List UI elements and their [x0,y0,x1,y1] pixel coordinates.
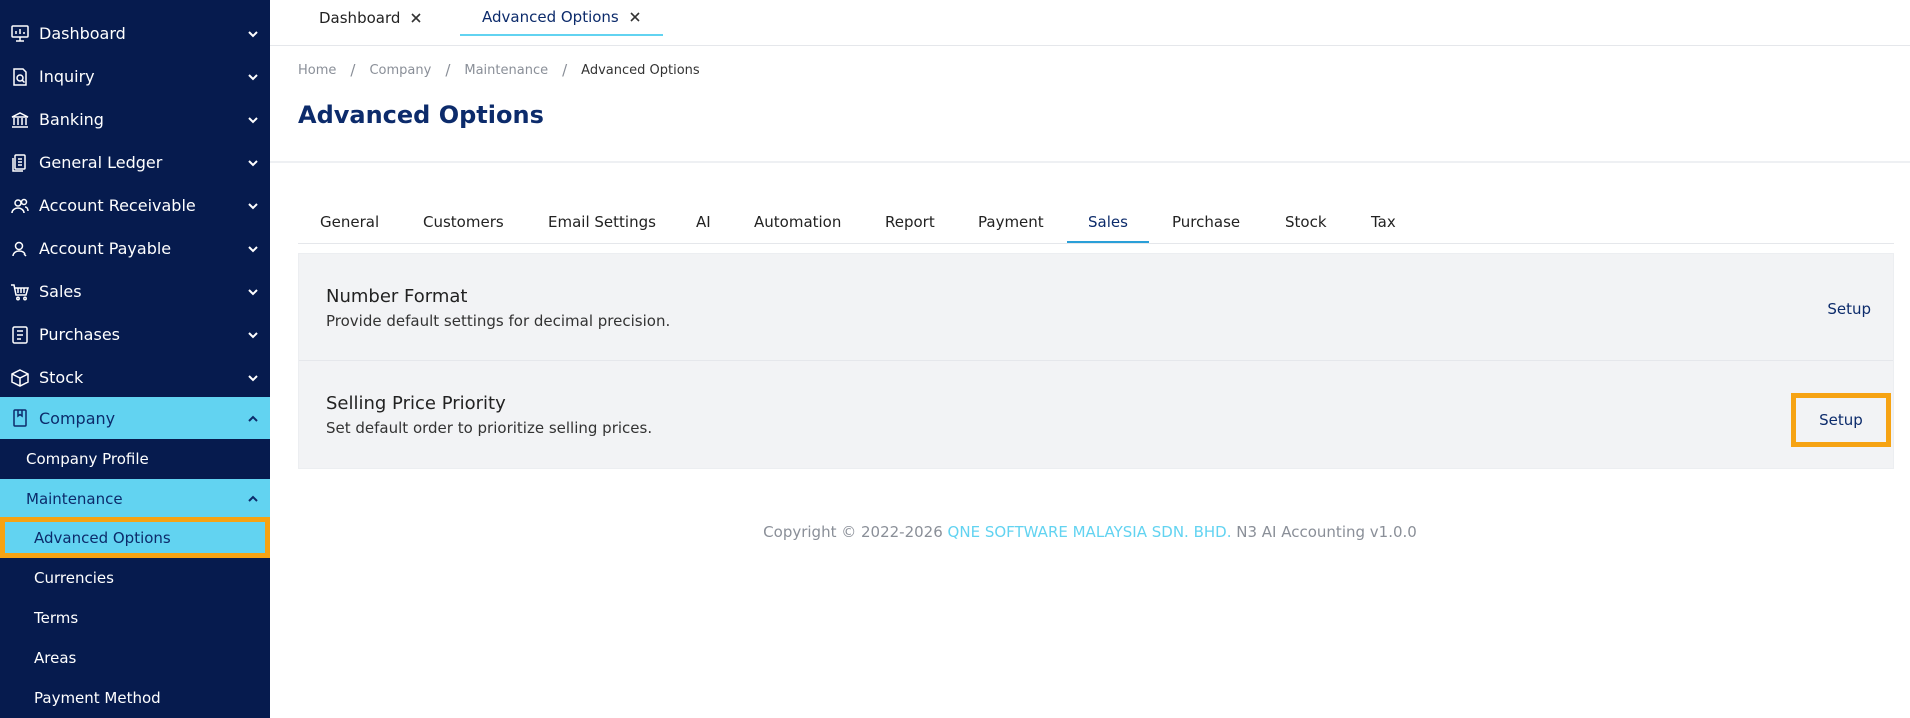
chevron-down-icon [246,26,260,40]
tab-customers[interactable]: Customers [423,200,504,244]
breadcrumb-separator: / [562,61,568,79]
tab-automation[interactable]: Automation [754,200,841,244]
cart-icon [10,282,30,302]
selling-price-priority-setup-button[interactable]: Setup [1791,393,1891,447]
sidebar-item-label: Account Payable [39,239,172,258]
chevron-down-icon [246,370,260,384]
tab-tax[interactable]: Tax [1371,200,1396,244]
sidebar-item-account-payable[interactable]: Account Payable [0,227,270,270]
monitor-chart-icon [10,24,30,44]
chevron-up-icon [246,492,260,506]
footer: Copyright © 2022-2026 QNE SOFTWARE MALAY… [270,523,1910,541]
sidebar-item-label: Maintenance [26,490,123,508]
setting-description: Set default order to prioritize selling … [326,419,653,437]
chevron-up-icon [246,411,260,425]
breadcrumb-home[interactable]: Home [298,63,336,78]
copyright-text: Copyright © 2022-2026 [763,523,943,541]
sidebar-item-label: Payment Method [34,689,161,707]
chevron-down-icon [246,69,260,83]
breadcrumb: Home / Company / Maintenance / Advanced … [298,61,700,79]
sidebar-item-inquiry[interactable]: Inquiry [0,55,270,98]
tab-report[interactable]: Report [885,200,935,244]
tab-stock[interactable]: Stock [1285,200,1327,244]
active-tab-indicator [1067,241,1149,243]
sidebar-item-label: Terms [34,609,79,627]
bank-icon [10,110,30,130]
sidebar-item-banking[interactable]: Banking [0,98,270,141]
sidebar-item-purchases[interactable]: Purchases [0,313,270,356]
breadcrumb-company[interactable]: Company [369,63,431,78]
sidebar-item-company[interactable]: Company [0,397,270,439]
sidebar-item-label: Company [39,408,116,428]
sidebar-item-label: Company Profile [26,450,149,468]
breadcrumb-separator: / [350,61,356,79]
header-divider [270,161,1910,163]
page-title: Advanced Options [298,101,544,129]
version-text: N3 AI Accounting v1.0.0 [1236,523,1417,541]
breadcrumb-current: Advanced Options [581,62,700,78]
close-icon[interactable] [410,12,422,24]
setting-row-number-format: Number Format Provide default settings f… [299,254,1893,361]
tab-sales[interactable]: Sales [1088,200,1128,244]
sidebar-item-label: Currencies [34,569,114,587]
sidebar-item-label: General Ledger [39,153,163,172]
sidebar-item-stock[interactable]: Stock [0,356,270,399]
document-search-icon [10,67,30,87]
sidebar-item-label: Advanced Options [34,528,171,547]
users-icon [10,196,30,216]
box-icon [10,368,30,388]
sidebar-item-payment-method[interactable]: Payment Method [0,678,270,718]
tab-purchase[interactable]: Purchase [1172,200,1240,244]
sidebar-item-label: Stock [39,368,84,387]
chevron-down-icon [246,327,260,341]
sidebar-item-currencies[interactable]: Currencies [0,558,270,598]
sidebar-item-label: Areas [34,649,77,667]
tab-payment[interactable]: Payment [978,200,1044,244]
sidebar-item-maintenance[interactable]: Maintenance [0,479,270,519]
breadcrumb-maintenance[interactable]: Maintenance [464,63,548,78]
ledger-icon [10,153,30,173]
setting-title: Selling Price Priority [326,393,506,414]
settings-list: Number Format Provide default settings f… [298,253,1894,469]
receipt-icon [10,325,30,345]
sidebar-item-label: Sales [39,282,82,301]
user-icon [10,239,30,259]
sidebar-item-label: Inquiry [39,67,95,86]
sidebar: Dashboard Inquiry Banking General Ledger… [0,0,270,718]
open-tabs-bar: Dashboard Advanced Options [270,0,1910,46]
sidebar-item-general-ledger[interactable]: General Ledger [0,141,270,184]
company-link[interactable]: QNE SOFTWARE MALAYSIA SDN. BHD. [948,523,1232,541]
chevron-down-icon [246,155,260,169]
number-format-setup-button[interactable]: Setup [1815,294,1883,324]
sidebar-item-areas[interactable]: Areas [0,638,270,678]
tab-email-settings[interactable]: Email Settings [548,200,656,244]
chevron-down-icon [246,112,260,126]
tab-label: Advanced Options [482,8,619,26]
sidebar-item-label: Purchases [39,325,120,344]
sidebar-item-advanced-options[interactable]: Advanced Options [0,517,270,558]
sidebar-item-label: Account Receivable [39,196,196,215]
tab-dashboard[interactable]: Dashboard [319,0,422,36]
sidebar-item-account-receivable[interactable]: Account Receivable [0,184,270,227]
setting-description: Provide default settings for decimal pre… [326,312,671,330]
tab-general[interactable]: General [320,200,379,244]
sidebar-item-terms[interactable]: Terms [0,598,270,638]
book-icon [10,408,30,428]
sidebar-item-company-profile[interactable]: Company Profile [0,439,270,479]
chevron-down-icon [246,241,260,255]
sidebar-item-dashboard[interactable]: Dashboard [0,12,270,55]
option-tabs: General Customers Email Settings AI Auto… [298,200,1894,244]
tab-label: Dashboard [319,9,401,27]
sidebar-item-label: Dashboard [39,24,126,43]
setting-title: Number Format [326,286,468,307]
sidebar-item-label: Banking [39,110,104,129]
breadcrumb-separator: / [445,61,451,79]
tab-ai[interactable]: AI [696,200,711,244]
tab-advanced-options[interactable]: Advanced Options [460,0,663,36]
sidebar-item-sales[interactable]: Sales [0,270,270,313]
chevron-down-icon [246,198,260,212]
chevron-down-icon [246,284,260,298]
close-icon[interactable] [629,11,641,23]
setting-row-selling-price-priority: Selling Price Priority Set default order… [299,361,1893,468]
